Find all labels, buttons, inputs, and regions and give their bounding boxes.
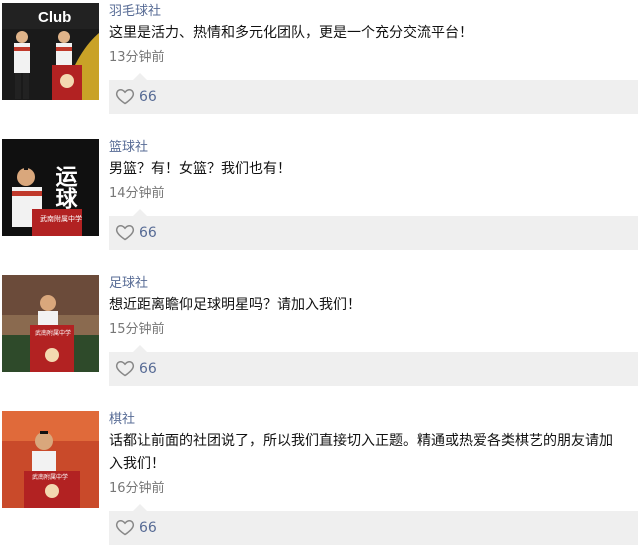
heart-outline-icon[interactable] <box>115 517 135 537</box>
post-author[interactable]: 羽毛球社 <box>109 3 639 20</box>
heart-outline-icon[interactable] <box>115 222 135 242</box>
like-bar: 66 <box>109 345 638 386</box>
heart-outline-icon[interactable] <box>115 358 135 378</box>
svg-text:武南附属中学: 武南附属中学 <box>40 214 82 223</box>
thumb-caption: 运球 <box>52 165 78 209</box>
post-thumbnail[interactable]: Club <box>2 3 99 100</box>
post-time: 14分钟前 <box>109 186 165 201</box>
like-bar: 66 <box>109 73 638 114</box>
post-time: 15分钟前 <box>109 322 165 337</box>
like-count: 66 <box>139 225 157 241</box>
post-text: 话都让前面的社团说了，所以我们直接切入正题。精通或热爱各类棋艺的朋友请加 入我们… <box>109 430 639 476</box>
post-author[interactable]: 棋社 <box>109 411 639 428</box>
svg-text:武南附属中学: 武南附属中学 <box>35 329 71 337</box>
thumb-caption: Club <box>38 9 71 26</box>
like-count: 66 <box>139 89 157 105</box>
post-text-line: 话都让前面的社团说了，所以我们直接切入正题。精通或热爱各类棋艺的朋友请加 <box>109 433 613 449</box>
post-time: 16分钟前 <box>109 481 165 496</box>
post-text: 这里是活力、热情和多元化团队，更是一个充分交流平台！ <box>109 25 473 41</box>
post-author[interactable]: 足球社 <box>109 275 639 292</box>
post-thumbnail[interactable]: 运球 武南附属中学 <box>2 139 99 236</box>
like-count: 66 <box>139 520 157 536</box>
post-text: 男篮？有！女篮？我们也有！ <box>109 161 291 177</box>
post-text-line: 入我们！ <box>109 456 165 472</box>
post-author[interactable]: 篮球社 <box>109 139 639 156</box>
post-thumbnail[interactable]: 武南附属中学 <box>2 411 99 508</box>
post-text: 想近距离瞻仰足球明星吗？请加入我们！ <box>109 297 361 313</box>
like-bar: 66 <box>109 504 638 545</box>
like-count: 66 <box>139 361 157 377</box>
post-time: 13分钟前 <box>109 50 165 65</box>
like-bar: 66 <box>109 209 638 250</box>
heart-outline-icon[interactable] <box>115 86 135 106</box>
svg-text:武南附属中学: 武南附属中学 <box>32 473 68 481</box>
post-thumbnail[interactable]: 武南附属中学 <box>2 275 99 372</box>
